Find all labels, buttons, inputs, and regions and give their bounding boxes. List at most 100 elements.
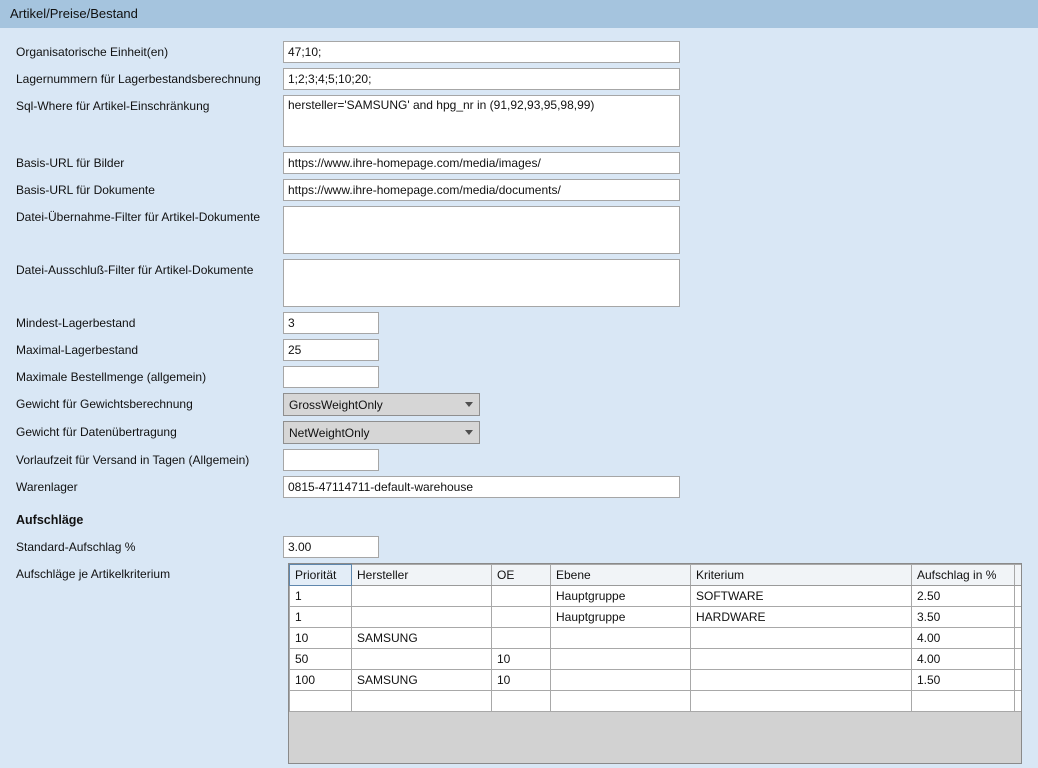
grid-cell[interactable] xyxy=(492,628,551,649)
base-url-images-input[interactable] xyxy=(283,152,680,174)
grid-header-hersteller[interactable]: Hersteller xyxy=(352,565,492,586)
default-surcharge-label: Standard-Aufschlag % xyxy=(16,536,283,554)
stock-numbers-input[interactable] xyxy=(283,68,680,90)
surcharge-grid-label: Aufschläge je Artikelkriterium xyxy=(16,563,283,581)
base-url-images-label: Basis-URL für Bilder xyxy=(16,152,283,170)
max-stock-label: Maximal-Lagerbestand xyxy=(16,339,283,357)
chevron-down-icon xyxy=(465,402,473,407)
max-stock-input[interactable] xyxy=(283,339,379,361)
grid-header-row: Priorität Hersteller OE Ebene Kriterium … xyxy=(290,565,1023,586)
grid-cell[interactable]: 1.50 xyxy=(912,670,1015,691)
form-row: Basis-URL für Dokumente xyxy=(16,179,1022,201)
form-row: Maximal-Lagerbestand xyxy=(16,339,1022,361)
grid-cell[interactable] xyxy=(551,691,691,712)
sql-where-label: Sql-Where für Artikel-Einschränkung xyxy=(16,95,283,113)
form-row: Gewicht für Datenübertragung NetWeightOn… xyxy=(16,421,1022,444)
grid-cell[interactable]: 1 xyxy=(290,607,352,628)
grid-cell[interactable]: SOFTWARE xyxy=(691,586,912,607)
grid-cell[interactable]: 3.50 xyxy=(912,607,1015,628)
grid-cell[interactable] xyxy=(551,628,691,649)
grid-cell[interactable]: 4.00 xyxy=(912,649,1015,670)
grid-cell[interactable]: 10 xyxy=(492,649,551,670)
stock-numbers-label: Lagernummern für Lagerbestandsberechnung xyxy=(16,68,283,86)
file-include-filter-textarea[interactable] xyxy=(283,206,680,254)
lead-time-input[interactable] xyxy=(283,449,379,471)
file-exclude-filter-textarea[interactable] xyxy=(283,259,680,307)
grid-cell[interactable] xyxy=(691,628,912,649)
surcharge-grid[interactable]: Priorität Hersteller OE Ebene Kriterium … xyxy=(288,563,1022,764)
grid-cell[interactable] xyxy=(551,649,691,670)
grid-cell[interactable]: HARDWARE xyxy=(691,607,912,628)
grid-cell[interactable] xyxy=(691,649,912,670)
form-row: Basis-URL für Bilder xyxy=(16,152,1022,174)
org-units-input[interactable] xyxy=(283,41,680,63)
grid-cell[interactable]: 10 xyxy=(492,670,551,691)
grid-cell[interactable] xyxy=(492,691,551,712)
grid-cell-filler xyxy=(1015,628,1023,649)
max-order-qty-label: Maximale Bestellmenge (allgemein) xyxy=(16,366,283,384)
file-exclude-filter-label: Datei-Ausschluß-Filter für Artikel-Dokum… xyxy=(16,259,283,277)
lead-time-label: Vorlaufzeit für Versand in Tagen (Allgem… xyxy=(16,449,283,467)
base-url-documents-input[interactable] xyxy=(283,179,680,201)
table-row: 100 SAMSUNG 10 1.50 xyxy=(290,670,1023,691)
form-row: Warenlager xyxy=(16,476,1022,498)
grid-cell-filler xyxy=(1015,670,1023,691)
grid-cell[interactable] xyxy=(492,586,551,607)
grid-cell[interactable]: 50 xyxy=(290,649,352,670)
file-include-filter-label: Datei-Übernahme-Filter für Artikel-Dokum… xyxy=(16,206,283,224)
form-row: Vorlaufzeit für Versand in Tagen (Allgem… xyxy=(16,449,1022,471)
weight-calc-label: Gewicht für Gewichtsberechnung xyxy=(16,393,283,411)
weight-transfer-label: Gewicht für Datenübertragung xyxy=(16,421,283,439)
surcharges-heading: Aufschläge xyxy=(16,513,1022,527)
grid-cell[interactable] xyxy=(290,691,352,712)
table-row: 50 10 4.00 xyxy=(290,649,1023,670)
grid-cell[interactable]: 10 xyxy=(290,628,352,649)
grid-cell[interactable] xyxy=(352,607,492,628)
weight-transfer-selected-value: NetWeightOnly xyxy=(289,426,369,440)
grid-header-oe[interactable]: OE xyxy=(492,565,551,586)
weight-calc-selected-value: GrossWeightOnly xyxy=(289,398,383,412)
max-order-qty-input[interactable] xyxy=(283,366,379,388)
table-row: 1 Hauptgruppe HARDWARE 3.50 xyxy=(290,607,1023,628)
settings-window: Artikel/Preise/Bestand Organisatorische … xyxy=(0,0,1038,764)
min-stock-input[interactable] xyxy=(283,312,379,334)
grid-cell[interactable] xyxy=(352,691,492,712)
grid-cell[interactable]: 1 xyxy=(290,586,352,607)
weight-transfer-select[interactable]: NetWeightOnly xyxy=(283,421,480,444)
grid-header-kriterium[interactable]: Kriterium xyxy=(691,565,912,586)
form-row: Maximale Bestellmenge (allgemein) xyxy=(16,366,1022,388)
default-surcharge-input[interactable] xyxy=(283,536,379,558)
form-row: Lagernummern für Lagerbestandsberechnung xyxy=(16,68,1022,90)
grid-cell[interactable] xyxy=(691,670,912,691)
form-row: Gewicht für Gewichtsberechnung GrossWeig… xyxy=(16,393,1022,416)
form-row: Mindest-Lagerbestand xyxy=(16,312,1022,334)
grid-cell-filler xyxy=(1015,649,1023,670)
window-title: Artikel/Preise/Bestand xyxy=(0,0,1038,28)
grid-cell-filler xyxy=(1015,691,1023,712)
grid-cell[interactable] xyxy=(551,670,691,691)
sql-where-textarea[interactable]: hersteller='SAMSUNG' and hpg_nr in (91,9… xyxy=(283,95,680,147)
grid-header-ebene[interactable]: Ebene xyxy=(551,565,691,586)
grid-cell[interactable]: 4.00 xyxy=(912,628,1015,649)
grid-cell[interactable]: 2.50 xyxy=(912,586,1015,607)
min-stock-label: Mindest-Lagerbestand xyxy=(16,312,283,330)
warehouse-input[interactable] xyxy=(283,476,680,498)
grid-cell[interactable] xyxy=(691,691,912,712)
grid-cell[interactable] xyxy=(352,586,492,607)
table-row xyxy=(290,691,1023,712)
form-row: Datei-Ausschluß-Filter für Artikel-Dokum… xyxy=(16,259,1022,307)
grid-cell[interactable]: Hauptgruppe xyxy=(551,586,691,607)
grid-cell[interactable]: Hauptgruppe xyxy=(551,607,691,628)
org-units-label: Organisatorische Einheit(en) xyxy=(16,41,283,59)
grid-cell[interactable]: 100 xyxy=(290,670,352,691)
grid-header-prioritaet[interactable]: Priorität xyxy=(290,565,352,586)
grid-cell[interactable]: SAMSUNG xyxy=(352,628,492,649)
weight-calc-select[interactable]: GrossWeightOnly xyxy=(283,393,480,416)
grid-header-aufschlag[interactable]: Aufschlag in % xyxy=(912,565,1015,586)
grid-cell[interactable]: SAMSUNG xyxy=(352,670,492,691)
grid-cell[interactable] xyxy=(492,607,551,628)
grid-header-filler xyxy=(1015,565,1023,586)
grid-cell[interactable] xyxy=(352,649,492,670)
warehouse-label: Warenlager xyxy=(16,476,283,494)
grid-cell[interactable] xyxy=(912,691,1015,712)
